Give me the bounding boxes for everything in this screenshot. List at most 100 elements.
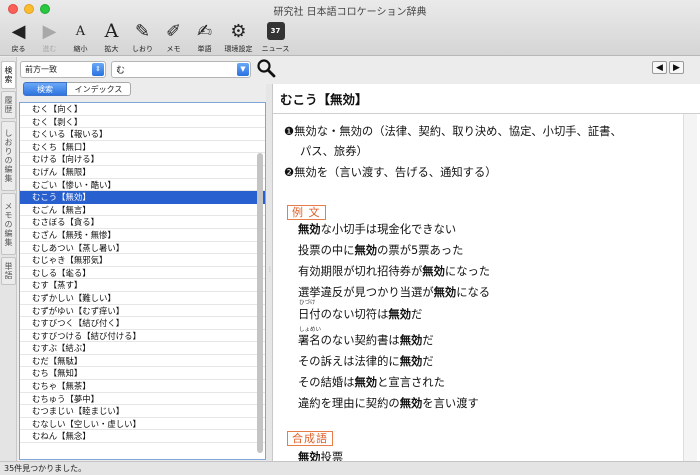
result-list-scrollbar[interactable] — [257, 153, 263, 453]
list-mode-tabs: 検索 インデックス — [23, 82, 131, 96]
word-notebook-icon: ✍ — [196, 20, 213, 42]
search-mode-select[interactable]: 前方一致 ⇕ — [20, 60, 106, 78]
preferences-button[interactable]: ⚙ 環境設定 — [220, 16, 257, 54]
side-tab-strip: 検索 履歴 しおりの編集 メモの編集 単語 — [0, 57, 17, 461]
list-item[interactable]: むじゃき【無邪気】 — [20, 254, 265, 267]
text-smaller-icon: A — [75, 23, 86, 39]
headword-highlight: 無効 — [399, 334, 423, 347]
search-input[interactable]: む ▼ — [111, 60, 251, 78]
example-sentence: 日付のない切符は無効だ — [298, 306, 422, 322]
arrow-right-icon: ▶ — [673, 62, 680, 73]
tab-search[interactable]: 検索 — [23, 82, 67, 96]
list-item[interactable]: むすびつける【結び付ける】 — [20, 330, 265, 343]
example-sentence: その訴えは法律的に無効だ — [298, 353, 434, 369]
list-item[interactable]: むすぶ【結ぶ】 — [20, 342, 265, 355]
example-text: だ — [411, 308, 423, 321]
arrow-left-icon: ◀ — [11, 20, 26, 42]
list-item[interactable]: むちゃ【無茶】 — [20, 380, 265, 393]
toolbar-label: ニュース — [261, 45, 290, 53]
title-bar: 研究社 日本語コロケーション辞典 ◀ 戻る ▶ 進む A 縮小 A 拡大 ✎ しおり ✐ メモ ✍ 単語 ⚙… — [0, 0, 700, 56]
headword-highlight: 無効 — [298, 223, 321, 236]
headword-highlight: 無効 — [433, 286, 457, 299]
example-text: 日付のない切符は — [298, 308, 389, 321]
list-item[interactable]: むすびつく【結び付く】 — [20, 317, 265, 330]
example-sentence: 選挙違反が見つかり当選が無効になる — [298, 284, 490, 300]
example-sentence: 無効な小切手は現金化できない — [298, 221, 456, 237]
example-text: 選挙違反が見つかり当選が — [298, 286, 434, 299]
example-text: を言い渡す — [422, 397, 479, 410]
memo-button[interactable]: ✐ メモ — [158, 16, 189, 54]
example-text: その結婚は — [298, 376, 355, 389]
entry-headword: むこう【無効】 — [273, 84, 700, 114]
list-item[interactable]: むつまじい【睦まじい】 — [20, 405, 265, 418]
list-item[interactable]: むごい【惨い・酷い】 — [20, 179, 265, 192]
list-item[interactable]: むく【剥く】 — [20, 116, 265, 129]
headword-highlight: 無効 — [399, 355, 423, 368]
headword-highlight: 無効 — [422, 265, 445, 278]
bookmark-pen-icon: ✎ — [134, 20, 151, 42]
ruby-hizuke: ひづけ — [299, 300, 316, 306]
news-button[interactable]: 37 ニュース — [257, 16, 294, 54]
definition-line: ❷無効を（言い渡す、告げる、通知する） — [284, 166, 497, 179]
example-text: になった — [444, 265, 491, 278]
font-smaller-button[interactable]: A 縮小 — [65, 16, 96, 54]
chevron-updown-icon: ⇕ — [92, 62, 104, 76]
side-tab-search[interactable]: 検索 — [1, 61, 16, 89]
list-item[interactable]: むくち【無口】 — [20, 141, 265, 154]
example-text: な小切手は現金化できない — [320, 223, 457, 236]
side-tab-bookmark-edit[interactable]: しおりの編集 — [1, 121, 16, 191]
examples-label: 例 文 — [287, 205, 326, 220]
status-bar: 35件見つかりました。 — [0, 461, 700, 475]
list-item[interactable]: むねん【無念】 — [20, 430, 265, 444]
text-larger-icon: A — [104, 20, 119, 42]
memo-icon: ✐ — [165, 20, 182, 42]
search-icon[interactable] — [256, 58, 276, 78]
list-item[interactable]: むしる【毟る】 — [20, 267, 265, 280]
list-item[interactable]: むち【無知】 — [20, 367, 265, 381]
bookmark-button[interactable]: ✎ しおり — [127, 16, 158, 54]
list-item[interactable]: むなしい【空しい・虚しい】 — [20, 418, 265, 431]
list-item[interactable]: むずかしい【難しい】 — [20, 292, 265, 305]
font-larger-button[interactable]: A 拡大 — [96, 16, 127, 54]
list-item[interactable]: むさぼる【貪る】 — [20, 216, 265, 229]
list-item[interactable]: むずがゆい【むず痒い】 — [20, 305, 265, 318]
result-list[interactable]: むく【向く】 むく【剥く】 むくいる【報いる】 むくち【無口】 むける【向ける】 むげん【… — [19, 102, 266, 460]
list-item[interactable]: むごん【無言】 — [20, 204, 265, 217]
example-text: 有効期限が切れ招待券が — [298, 265, 423, 278]
list-item[interactable]: むくいる【報いる】 — [20, 128, 265, 141]
side-tab-history[interactable]: 履歴 — [1, 91, 16, 119]
chevron-down-icon[interactable]: ▼ — [237, 62, 249, 76]
list-item[interactable]: むちゅう【夢中】 — [20, 393, 265, 406]
forward-button[interactable]: ▶ 進む — [34, 16, 65, 54]
words-button[interactable]: ✍ 単語 — [189, 16, 220, 54]
list-item[interactable]: むす【蒸す】 — [20, 279, 265, 292]
example-sentence: 署名のない契約書は無効だ — [298, 332, 434, 348]
example-sentence: 投票の中に無効の票が5票あった — [298, 242, 463, 258]
list-item[interactable]: むしあつい【蒸し暑い】 — [20, 242, 265, 255]
previous-entry-button[interactable]: ◀ — [652, 61, 667, 74]
example-sentence: 違約を理由に契約の無効を言い渡す — [298, 395, 479, 411]
list-item[interactable]: むける【向ける】 — [20, 153, 265, 166]
example-text: になる — [456, 286, 491, 299]
arrow-left-icon: ◀ — [656, 62, 663, 73]
news-icon: 37 — [266, 22, 285, 40]
definition-line: パス、旅券） — [300, 145, 368, 158]
list-item[interactable]: むだ【無駄】 — [20, 355, 265, 368]
search-mode-value: 前方一致 — [25, 64, 57, 74]
example-text: だ — [422, 355, 434, 368]
example-text: 違約を理由に契約の — [298, 397, 400, 410]
entry-scrollbar[interactable] — [683, 114, 697, 461]
back-button[interactable]: ◀ 戻る — [3, 16, 34, 54]
list-item[interactable]: むざん【無残・無惨】 — [20, 229, 265, 242]
side-tab-words[interactable]: 単語 — [1, 257, 16, 285]
example-text: 署名のない契約書は — [298, 334, 400, 347]
tab-index[interactable]: インデックス — [67, 82, 131, 96]
next-entry-button[interactable]: ▶ — [669, 61, 684, 74]
side-tab-memo-edit[interactable]: メモの編集 — [1, 193, 16, 255]
list-item[interactable]: むげん【無限】 — [20, 166, 265, 179]
list-item[interactable]: むこう【無効】 — [20, 191, 265, 204]
list-item[interactable]: むく【向く】 — [20, 103, 265, 116]
toolbar-label: メモ — [166, 45, 181, 53]
example-text: と宣言された — [377, 376, 445, 389]
ruby-shomei: しょめい — [299, 327, 322, 333]
